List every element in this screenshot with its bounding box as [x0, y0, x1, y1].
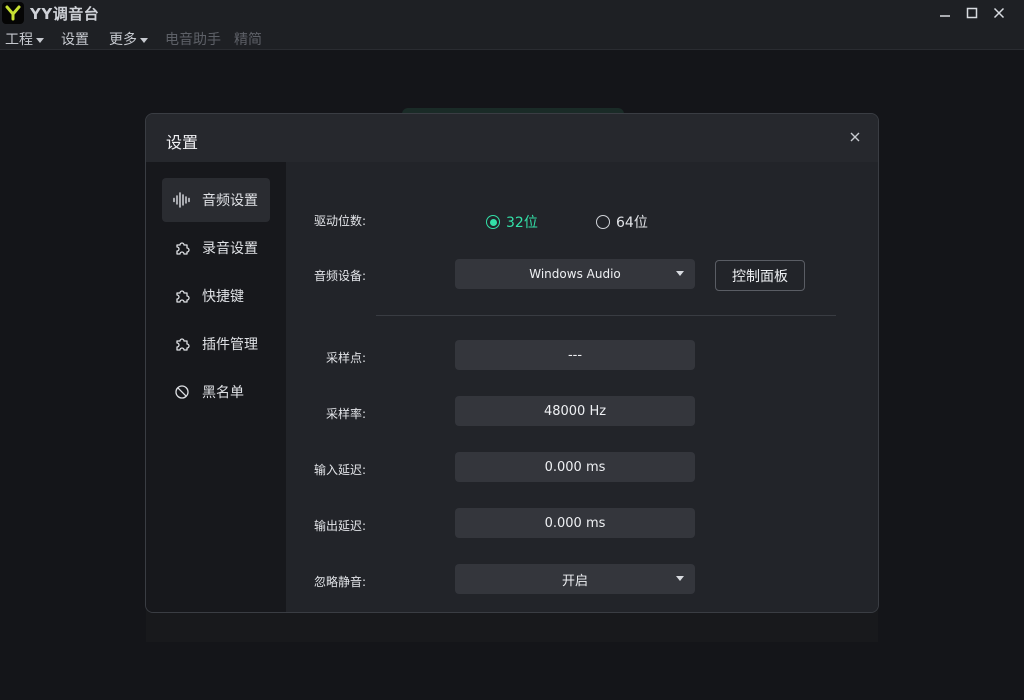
background-panel-bottom: [146, 610, 878, 642]
audio-settings-panel: 驱动位数: 32位 64位 音频设备: Windows Audio 控制面板 采…: [286, 162, 878, 612]
ignore-silence-label: 忽略静音:: [313, 575, 366, 589]
menu-electro-assistant[interactable]: 电音助手: [165, 29, 221, 49]
sidebar-item-label: 录音设置: [202, 241, 258, 257]
sample-points-value: ---: [567, 347, 583, 363]
section-divider: [376, 315, 836, 316]
audio-device-label: 音频设备:: [313, 269, 366, 283]
sidebar-item-label: 快捷键: [202, 289, 244, 305]
ignore-silence-value: 开启: [561, 573, 588, 589]
app-title: YY调音台: [30, 5, 100, 23]
output-latency-field: 0.000 ms: [455, 508, 695, 538]
app-logo-icon: [2, 2, 24, 24]
bits-64-label: 64位: [616, 215, 648, 231]
minimize-button[interactable]: [935, 3, 955, 23]
input-latency-label: 输入延迟:: [313, 463, 366, 477]
sidebar-item-audio-settings[interactable]: 音频设置: [162, 178, 270, 222]
close-window-button[interactable]: [989, 3, 1009, 23]
dialog-title: 设置: [166, 133, 199, 152]
menu-project[interactable]: 工程: [5, 29, 44, 49]
chevron-down-icon: [676, 271, 684, 276]
control-panel-button[interactable]: 控制面板: [715, 260, 805, 291]
menu-more-label: 更多: [109, 32, 137, 48]
menu-bar: 工程 设置 更多 电音助手 精简: [0, 26, 1024, 50]
settings-sidebar: 音频设置 录音设置 快捷键 插件管理 黑名单: [146, 162, 286, 612]
sample-rate-field: 48000 Hz: [455, 396, 695, 426]
menu-settings-label: 设置: [61, 32, 89, 48]
sample-rate-label: 采样率:: [325, 407, 366, 421]
chevron-down-icon: [36, 37, 44, 43]
audio-device-value: Windows Audio: [529, 267, 621, 281]
audio-device-select[interactable]: Windows Audio: [455, 259, 695, 289]
maximize-button[interactable]: [962, 3, 982, 23]
menu-project-label: 工程: [5, 32, 33, 48]
ignore-silence-select[interactable]: 开启: [455, 564, 695, 594]
sample-rate-value: 48000 Hz: [543, 403, 607, 419]
output-latency-label: 输出延迟:: [313, 519, 366, 533]
radio-checked-icon: [486, 215, 500, 229]
sample-points-label: 采样点:: [325, 351, 366, 365]
bits-64-radio[interactable]: 64位: [596, 212, 648, 232]
maximize-icon: [966, 7, 978, 19]
menu-more[interactable]: 更多: [109, 29, 148, 49]
app-window: YY调音台 工程 设置 更多 电音助手 精简 设置 音频设置 录音设置 快捷键 …: [0, 0, 1024, 700]
puzzle-icon: [173, 287, 191, 305]
sample-points-field: ---: [455, 340, 695, 370]
dialog-header: 设置: [146, 114, 878, 162]
menu-simplify-label: 精简: [234, 32, 262, 48]
close-icon: [850, 132, 860, 142]
sidebar-item-recording-settings[interactable]: 录音设置: [162, 226, 270, 270]
close-icon: [993, 7, 1005, 19]
sidebar-item-label: 黑名单: [202, 385, 244, 401]
settings-dialog: 设置 音频设置 录音设置 快捷键 插件管理 黑名单 驱动位数: 32位 64位 …: [145, 113, 879, 613]
output-latency-value: 0.000 ms: [544, 515, 606, 531]
block-icon: [173, 383, 191, 401]
menu-simplify[interactable]: 精简: [234, 29, 262, 49]
input-latency-value: 0.000 ms: [544, 459, 606, 475]
driver-bits-label: 驱动位数:: [313, 214, 366, 228]
chevron-down-icon: [676, 576, 684, 581]
puzzle-icon: [173, 335, 191, 353]
minimize-icon: [940, 15, 950, 17]
title-bar: YY调音台: [0, 0, 1024, 26]
dialog-close-button[interactable]: [846, 128, 864, 146]
radio-unchecked-icon: [596, 215, 610, 229]
bits-32-label: 32位: [506, 215, 538, 231]
menu-settings[interactable]: 设置: [61, 29, 89, 49]
puzzle-icon: [173, 239, 191, 257]
menu-electro-assistant-label: 电音助手: [165, 32, 221, 48]
sidebar-item-blacklist[interactable]: 黑名单: [162, 370, 270, 414]
bits-32-radio[interactable]: 32位: [486, 212, 538, 232]
sidebar-item-label: 音频设置: [202, 193, 258, 209]
sidebar-item-plugin-management[interactable]: 插件管理: [162, 322, 270, 366]
sidebar-item-shortcuts[interactable]: 快捷键: [162, 274, 270, 318]
waveform-icon: [173, 191, 191, 209]
input-latency-field: 0.000 ms: [455, 452, 695, 482]
sidebar-item-label: 插件管理: [202, 337, 258, 353]
chevron-down-icon: [140, 37, 148, 43]
